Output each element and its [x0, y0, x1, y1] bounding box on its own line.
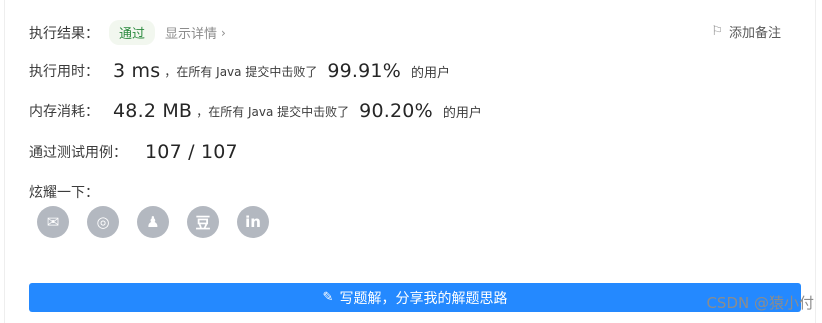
memory-prefix: ，在所有 Java 提交中击败了 [196, 104, 350, 119]
memory-percent: 90.20% [359, 100, 433, 122]
share-row-label: 炫耀一下： [29, 182, 99, 202]
runtime-value: 3 ms [113, 60, 161, 82]
qq-icon[interactable]: ♟ [137, 206, 169, 238]
write-solution-button[interactable]: ✎ 写题解，分享我的解题思路 [29, 283, 801, 312]
share-icons: ✉ ◎ ♟ 豆 in [37, 206, 287, 238]
weibo-icon[interactable]: ◎ [87, 206, 119, 238]
linkedin-icon[interactable]: in [237, 206, 269, 238]
runtime-label: 执行用时： [29, 64, 99, 80]
chevron-right-icon: › [221, 25, 226, 40]
memory-value: 48.2 MB [113, 100, 193, 122]
result-label: 执行结果： [29, 25, 99, 42]
watermark: CSDN @猿小付 [706, 294, 814, 312]
runtime-prefix: ，在所有 Java 提交中击败了 [164, 64, 318, 79]
testcases-label: 通过测试用例： [29, 145, 127, 161]
pencil-icon: ✎ [322, 290, 334, 305]
flag-icon: ⚐ [711, 24, 723, 39]
show-details-link[interactable]: 显示详情 › [165, 23, 226, 43]
runtime-suffix: 的用户 [410, 65, 450, 81]
testcases-row: 通过测试用例： 107 / 107 [29, 141, 238, 163]
add-note-button[interactable]: ⚐ 添加备注 [711, 22, 781, 41]
memory-row: 内存消耗： 48.2 MB ，在所有 Java 提交中击败了 90.20% 的用… [29, 100, 482, 122]
wechat-icon[interactable]: ✉ [37, 206, 69, 238]
show-details-label: 显示详情 [165, 27, 218, 42]
memory-suffix: 的用户 [442, 105, 482, 121]
result-row: 执行结果： 通过 显示详情 › [29, 20, 226, 45]
runtime-percent: 99.91% [327, 60, 401, 82]
memory-label: 内存消耗： [29, 104, 99, 120]
testcases-value: 107 / 107 [145, 141, 238, 163]
status-badge: 通过 [109, 20, 156, 45]
submission-result-card: 执行结果： 通过 显示详情 › ⚐ 添加备注 执行用时： 3 ms ，在所有 J… [4, 0, 816, 323]
douban-icon[interactable]: 豆 [187, 206, 219, 238]
add-note-label: 添加备注 [728, 26, 781, 41]
share-label: 炫耀一下： [29, 185, 99, 201]
runtime-row: 执行用时： 3 ms ，在所有 Java 提交中击败了 99.91% 的用户 [29, 60, 450, 82]
write-solution-label: 写题解，分享我的解题思路 [339, 290, 508, 307]
